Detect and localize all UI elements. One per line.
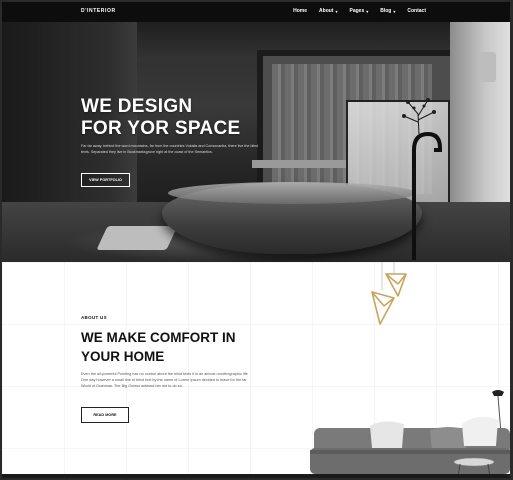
nav-item-home[interactable]: Home [293,8,307,14]
about-eyebrow: ABOUT US [81,315,107,320]
nav-item-label: About [319,8,334,14]
about-title-line2: YOUR HOME [81,349,165,364]
nav-item-blog[interactable]: Blog ▾ [380,8,395,14]
sofa-image [310,416,510,478]
nav-item-about[interactable]: About ▾ [319,8,337,14]
hero-title-line2: FOR YOR SPACE [81,118,241,139]
nav-item-contact[interactable]: Contact [407,8,426,14]
about-title-line1: WE MAKE COMFORT IN [81,330,236,345]
main-nav: Home About ▾ Pages ▾ Blog ▾ Contact [293,8,426,14]
chevron-down-icon: ▾ [366,8,369,14]
top-navbar: D'INTERIOR Home About ▾ Pages ▾ Blog ▾ C… [2,2,510,22]
site-logo[interactable]: D'INTERIOR [81,8,116,14]
nav-item-label: Contact [407,8,426,14]
pendant-lamp-image [371,262,407,325]
page-frame: D'INTERIOR Home About ▾ Pages ▾ Blog ▾ C… [2,2,510,478]
hero-description: Far far away, behind the word mountains,… [81,144,259,154]
nav-item-label: Pages [349,8,365,14]
about-title: WE MAKE COMFORT IN YOUR HOME [81,328,236,366]
about-description: Even the all-powerful Pointing has no co… [81,372,248,388]
chevron-down-icon: ▾ [335,8,338,14]
about-section: ABOUT US WE MAKE COMFORT IN YOUR HOME Ev… [2,262,510,478]
nav-item-pages[interactable]: Pages ▾ [350,8,369,14]
nav-item-label: Home [293,8,308,14]
footer-edge [2,474,510,478]
view-portfolio-button[interactable]: VIEW PORTFOLIO [81,173,130,187]
hero-title: WE DESIGN FOR YOR SPACE [81,96,240,140]
chevron-down-icon: ▾ [393,8,396,14]
hero-title-line1: WE DESIGN [81,96,193,117]
hero-section: WE DESIGN FOR YOR SPACE Far far away, be… [2,22,510,262]
read-more-button[interactable]: READ MORE [81,407,129,423]
nav-item-label: Blog [380,8,392,14]
